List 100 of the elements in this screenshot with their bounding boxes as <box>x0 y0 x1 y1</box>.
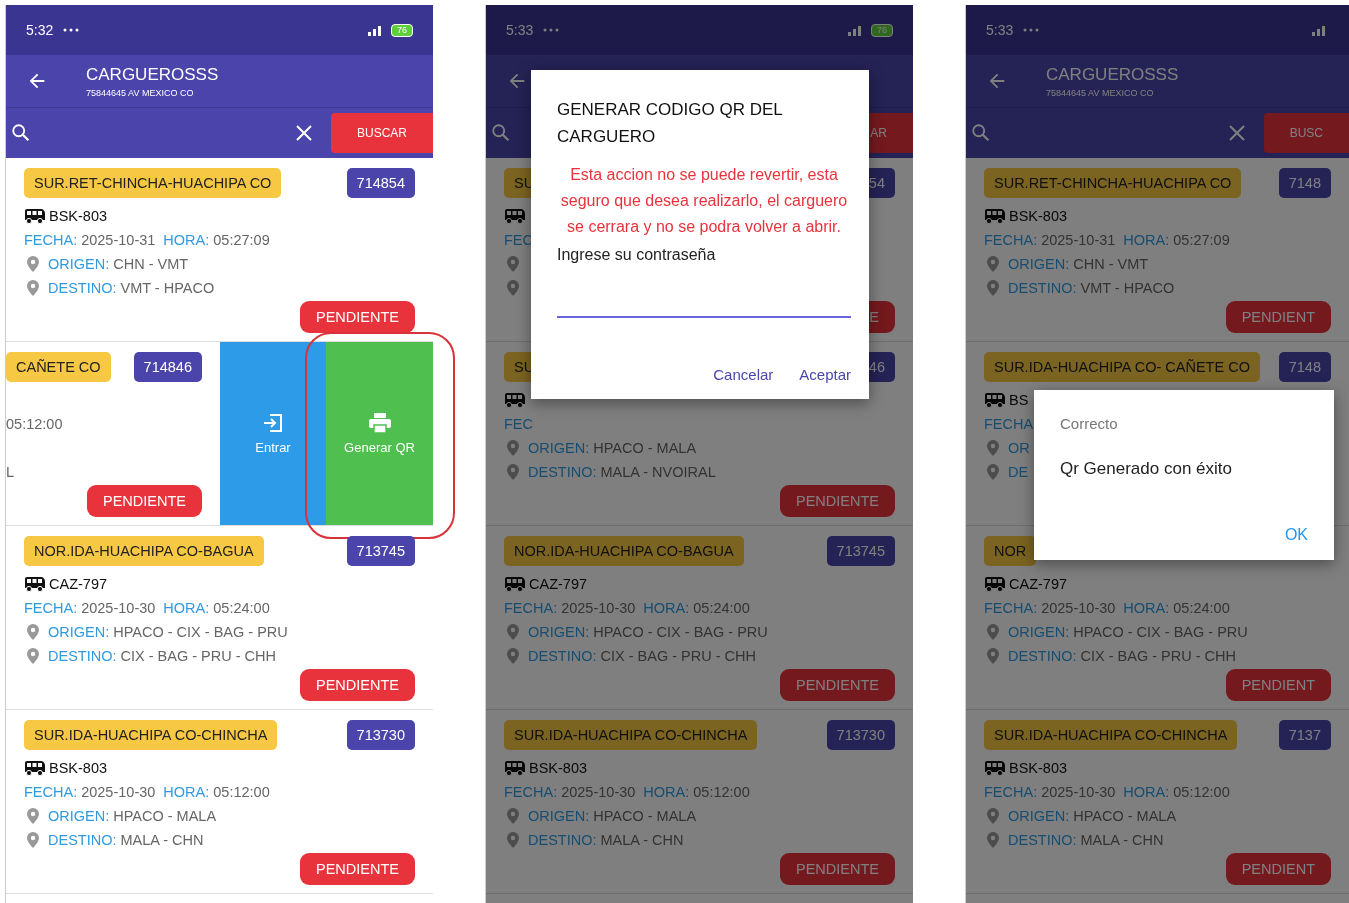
status-button[interactable]: PENDIENTE <box>300 301 415 333</box>
dialog-button[interactable]: Aceptar <box>799 362 851 387</box>
field-value: 2025-10-30 <box>1041 600 1116 616</box>
location-pin-icon <box>507 280 519 296</box>
status-button[interactable]: PENDIENTE <box>780 853 895 885</box>
field-value: VMT - HPACO <box>120 280 215 296</box>
route-tag: CAÑETE CO <box>6 352 111 382</box>
bus-icon <box>24 208 46 224</box>
field-label: ORIGEN: <box>528 624 590 640</box>
field-value: 05:24:00 <box>693 600 750 616</box>
field-label: ORIGEN: <box>528 440 590 456</box>
generate-qr-button[interactable]: Generar QR <box>326 342 433 525</box>
field-label: DESTINO: <box>1008 648 1077 664</box>
field-value: 05:12:00 <box>693 784 750 800</box>
more-icon <box>543 28 560 32</box>
battery-level: 76 <box>871 23 893 37</box>
field-value: 05:12:00 <box>1173 784 1230 800</box>
field-label: FECHA: <box>24 600 78 616</box>
search-button[interactable]: BUSC <box>1263 113 1349 153</box>
field-value: MALA - CHN <box>1080 832 1164 848</box>
field-value: 2025-10-30 <box>561 784 636 800</box>
location-pin-icon <box>507 256 519 272</box>
close-icon[interactable] <box>295 124 313 142</box>
page-subtitle: 75844645 AV MEXICO CO <box>86 87 195 98</box>
field-value: MALA - CHN <box>600 832 684 848</box>
field-value: 05:27:09 <box>1173 232 1230 248</box>
status-button[interactable]: PENDIENT <box>1225 669 1331 701</box>
field-label: DESTINO: <box>1008 832 1077 848</box>
status-button[interactable]: PENDIENTE <box>780 485 895 517</box>
field-label: HORA: <box>163 784 210 800</box>
location-pin-icon <box>507 832 519 848</box>
field-value: HPACO - CIX - BAG - PRU <box>593 624 768 640</box>
bus-icon <box>984 760 1006 776</box>
bus-icon <box>24 760 46 776</box>
enter-button[interactable]: Entrar <box>220 342 326 525</box>
field-value: VMT - HPACO <box>1080 280 1175 296</box>
status-button[interactable]: PENDIENT <box>1225 301 1331 333</box>
field-value: 05:24:00 <box>213 600 270 616</box>
ok-button[interactable]: OK <box>1284 522 1308 548</box>
battery-level: 76 <box>391 23 413 37</box>
status-button[interactable]: PENDIENT <box>1225 853 1331 885</box>
location-pin-icon <box>987 464 999 480</box>
field-value: HPACO - MALA <box>593 808 697 824</box>
field-label: DESTINO: <box>48 648 117 664</box>
field-value: 2025-10-30 <box>1041 784 1116 800</box>
location-pin-icon <box>27 624 39 640</box>
bus-icon <box>984 208 1006 224</box>
enter-icon <box>262 412 284 434</box>
field-label: FECHA: <box>984 600 1038 616</box>
location-pin-icon <box>27 648 39 664</box>
bus-icon <box>504 208 526 224</box>
plate-number: BSK-803 <box>49 760 108 776</box>
search-icon[interactable] <box>490 122 512 144</box>
trip-number-badge: 713745 <box>826 536 895 566</box>
trip-number-badge: 7148 <box>1278 352 1331 382</box>
status-button[interactable]: PENDIENTE <box>87 485 202 517</box>
field-value: 2025-10-31 <box>1041 232 1116 248</box>
trip-number-badge: 713730 <box>346 720 415 750</box>
field-label: FEC <box>504 232 533 248</box>
status-time: 5:32 <box>26 22 54 38</box>
location-pin-icon <box>507 624 519 640</box>
field-label: ORIGEN: <box>1008 808 1070 824</box>
plate-number: BSK-803 <box>529 760 588 776</box>
field-label: DESTINO: <box>1008 280 1077 296</box>
field-value: 05:27:09 <box>213 232 270 248</box>
search-button[interactable]: BUSCAR <box>331 113 433 153</box>
trip-number-badge: 713730 <box>826 720 895 750</box>
bus-icon <box>504 392 526 408</box>
field-value: 2025-10-31 <box>81 232 156 248</box>
field-label: FECHA: <box>24 232 78 248</box>
status-button[interactable]: PENDIENTE <box>780 669 895 701</box>
field-label: ORIGEN: <box>528 808 590 824</box>
search-icon[interactable] <box>10 122 32 144</box>
plate-number: CAZ-797 <box>1009 576 1068 592</box>
printer-icon <box>367 412 392 434</box>
search-icon[interactable] <box>970 122 992 144</box>
route-tag: SUR.IDA-HUACHIPA CO-CHINCHA <box>504 720 758 750</box>
dialog-button[interactable]: Cancelar <box>713 362 774 387</box>
close-icon[interactable] <box>1227 124 1246 142</box>
status-button[interactable]: PENDIENTE <box>300 669 415 701</box>
field-label: DESTINO: <box>528 832 597 848</box>
field-label: HORA: <box>643 600 690 616</box>
field-label: DESTINO: <box>528 464 597 480</box>
plate-number: BSK-803 <box>1009 760 1068 776</box>
plate-number: CAZ-797 <box>49 576 108 592</box>
location-pin-icon <box>27 280 39 296</box>
field-label: ORIGEN: <box>1008 256 1070 272</box>
field-label: FECHA: <box>984 784 1038 800</box>
field-label: ORIGEN: <box>48 256 110 272</box>
dialog-title: Correcto <box>1060 414 1119 434</box>
page-subtitle: 75844645 AV MEXICO CO <box>1046 87 1155 98</box>
route-tag: SUR.IDA-HUACHIPA CO-CHINCHA <box>24 720 278 750</box>
field-value: 05:12:00 <box>6 416 63 432</box>
status-button[interactable]: PENDIENTE <box>300 853 415 885</box>
field-value: 05:12:00 <box>213 784 270 800</box>
field-value: CHN - VMT <box>113 256 189 272</box>
trip-number-badge: 7148 <box>1278 168 1331 198</box>
bus-icon <box>24 576 46 592</box>
route-tag: SUR.RET-CHINCHA-HUACHIPA CO <box>24 168 282 198</box>
plate-number: BSK-803 <box>1009 208 1068 224</box>
